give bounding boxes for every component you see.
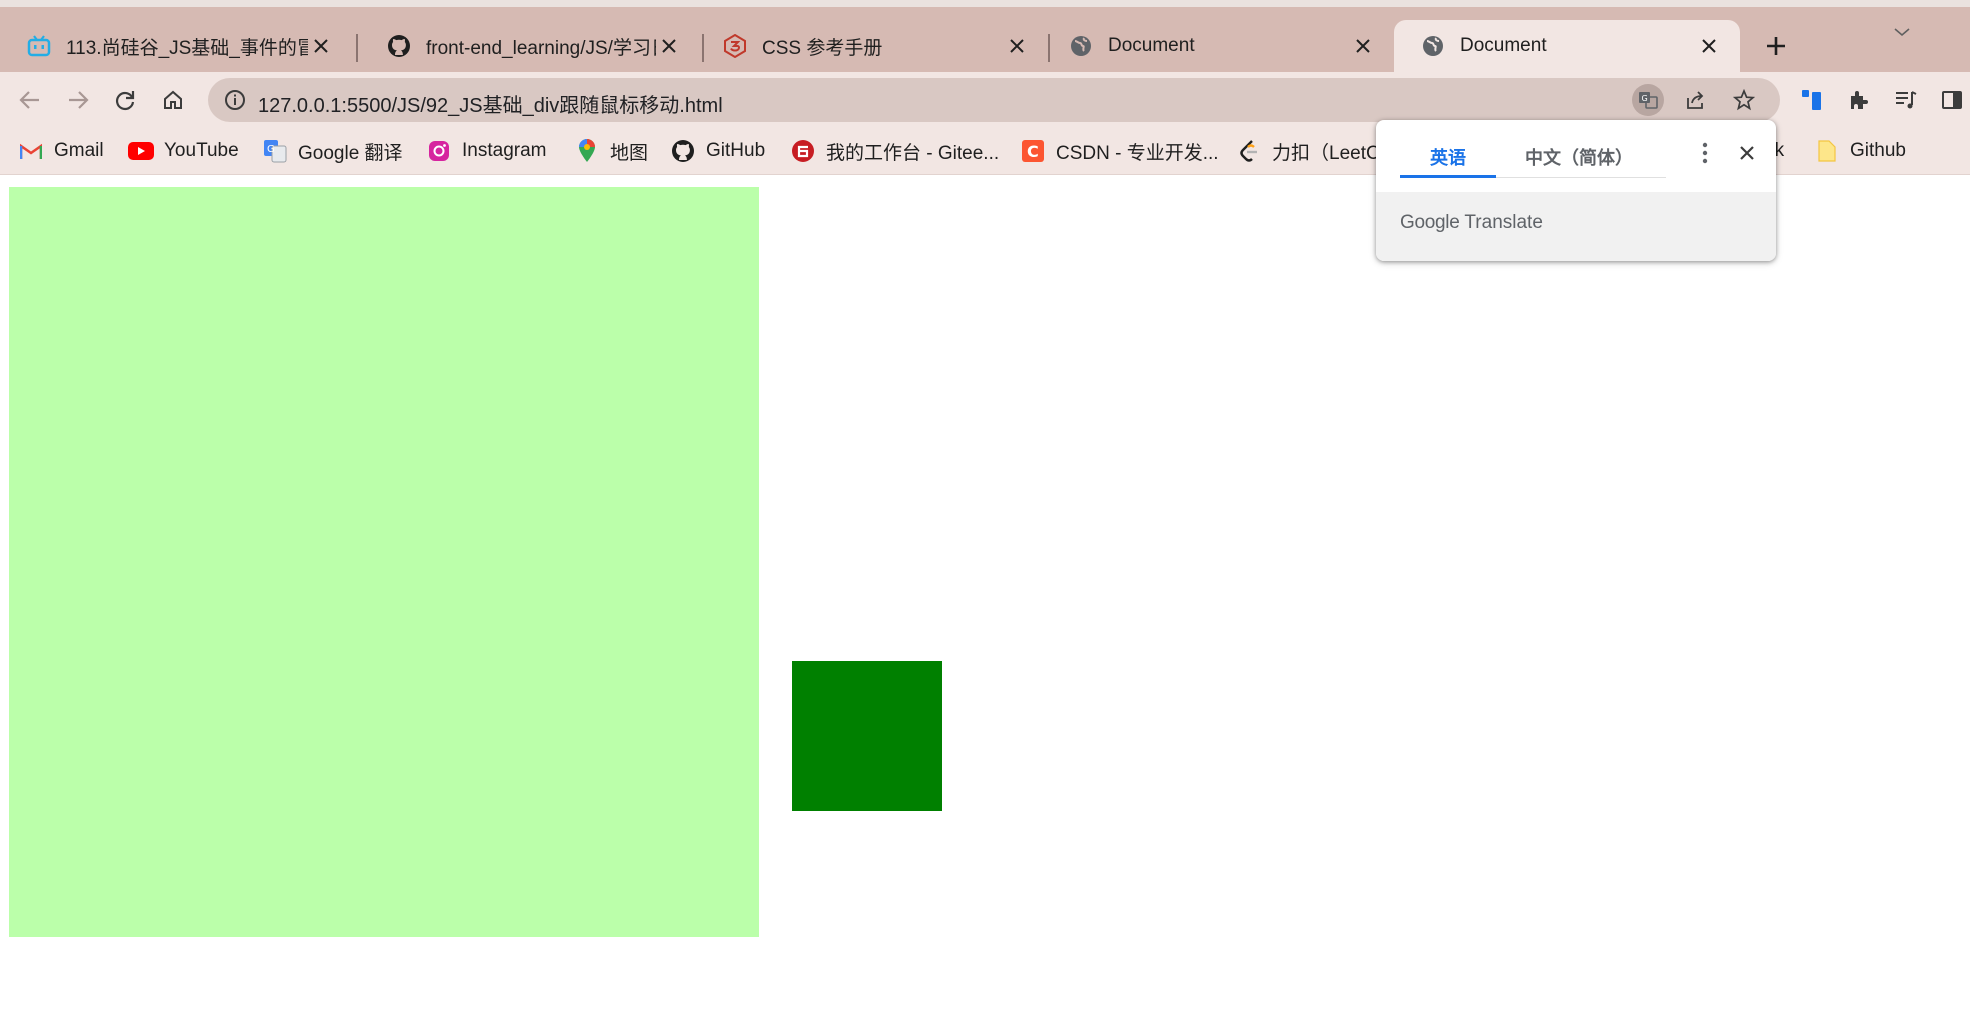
close-icon[interactable] bbox=[1004, 33, 1030, 59]
google-translate-icon: G bbox=[262, 138, 288, 164]
tab-title: Document bbox=[1460, 35, 1547, 56]
home-icon[interactable] bbox=[155, 82, 191, 118]
bookmark-label: Instagram bbox=[462, 140, 547, 161]
gmail-icon bbox=[18, 138, 44, 164]
address-bar[interactable]: 127.0.0.1:5500/JS/92_JS基础_div跟随鼠标移动.html… bbox=[208, 78, 1780, 122]
folder-icon bbox=[1814, 138, 1840, 164]
more-vert-icon[interactable] bbox=[1690, 138, 1720, 168]
close-icon[interactable] bbox=[308, 33, 334, 59]
tab-css-reference[interactable]: CSS 参考手册 bbox=[696, 20, 1048, 72]
svg-text:G: G bbox=[267, 144, 275, 155]
bookmark-label: Github bbox=[1850, 140, 1906, 161]
instagram-icon bbox=[426, 138, 452, 164]
forward-icon[interactable] bbox=[60, 82, 96, 118]
close-icon[interactable] bbox=[1732, 138, 1762, 168]
tab-title: CSS 参考手册 bbox=[762, 37, 883, 59]
google-translate-brand: Google Translate bbox=[1400, 212, 1543, 234]
extension-blue-icon[interactable] bbox=[1796, 84, 1828, 116]
bookmark-github[interactable]: GitHub bbox=[670, 137, 765, 165]
active-tab-underline bbox=[1400, 175, 1496, 178]
tab-title: front-end_learning/JS/学习日 bbox=[426, 37, 656, 59]
tab-title: 113.尚硅谷_JS基础_事件的冒泡 bbox=[66, 37, 308, 59]
tab-github[interactable]: front-end_learning/JS/学习日 bbox=[360, 20, 700, 72]
bookmark-leetcode[interactable]: 力扣（LeetC bbox=[1236, 137, 1380, 165]
bookmark-instagram[interactable]: Instagram bbox=[426, 137, 546, 165]
large-green-box bbox=[9, 187, 759, 937]
target-language-tab[interactable]: 中文（简体） bbox=[1525, 144, 1633, 170]
svg-text:G: G bbox=[1642, 94, 1648, 103]
url-text[interactable]: 127.0.0.1:5500/JS/92_JS基础_div跟随鼠标移动.html bbox=[258, 89, 723, 118]
globe-icon bbox=[1068, 33, 1094, 59]
bookmark-youtube[interactable]: YouTube bbox=[128, 137, 239, 165]
bookmark-folder-github[interactable]: Github bbox=[1814, 137, 1906, 165]
gitee-icon bbox=[790, 138, 816, 164]
bookmark-label: 我的工作台 - Gitee... bbox=[826, 142, 1000, 164]
reload-icon[interactable] bbox=[107, 82, 143, 118]
brand-translate: Translate bbox=[1464, 212, 1543, 233]
globe-icon bbox=[1420, 33, 1446, 59]
translate-icon[interactable]: G bbox=[1632, 84, 1664, 116]
bookmark-label: 力扣（LeetC bbox=[1272, 142, 1380, 164]
tab-document[interactable]: Document bbox=[1042, 20, 1394, 72]
csdn-icon: C bbox=[1020, 138, 1046, 164]
tab-search-chevron-icon[interactable] bbox=[1888, 18, 1916, 46]
window-top-edge bbox=[0, 0, 1970, 7]
bookmark-label: YouTube bbox=[164, 140, 239, 161]
bookmark-label: GitHub bbox=[706, 140, 766, 161]
media-controls-icon[interactable] bbox=[1890, 84, 1922, 116]
source-language-tab[interactable]: 英语 bbox=[1430, 144, 1466, 170]
close-icon[interactable] bbox=[1696, 33, 1722, 59]
bookmark-label: CSDN - 专业开发... bbox=[1056, 142, 1219, 164]
bookmark-label: 地图 bbox=[610, 142, 649, 164]
bookmark-gitee[interactable]: 我的工作台 - Gitee... bbox=[790, 137, 999, 165]
maps-icon bbox=[574, 138, 600, 164]
close-icon[interactable] bbox=[656, 33, 682, 59]
bookmark-csdn[interactable]: C CSDN - 专业开发... bbox=[1020, 137, 1219, 165]
tab-bilibili[interactable]: 113.尚硅谷_JS基础_事件的冒泡 bbox=[0, 20, 352, 72]
bookmark-maps[interactable]: 地图 bbox=[574, 137, 648, 165]
side-panel-icon[interactable] bbox=[1936, 84, 1968, 116]
share-icon[interactable] bbox=[1680, 84, 1712, 116]
close-icon[interactable] bbox=[1350, 33, 1376, 59]
bookmark-gmail[interactable]: Gmail bbox=[18, 137, 104, 165]
bookmark-star-icon[interactable] bbox=[1728, 84, 1760, 116]
bookmark-google-translate[interactable]: G Google 翻译 bbox=[262, 137, 403, 165]
github-icon bbox=[670, 138, 696, 164]
bookmark-label: Gmail bbox=[54, 140, 104, 161]
svg-text:C: C bbox=[1027, 142, 1039, 161]
extensions-puzzle-icon[interactable] bbox=[1843, 84, 1875, 116]
youtube-icon bbox=[128, 138, 154, 164]
runoob-icon bbox=[722, 33, 748, 59]
leetcode-icon bbox=[1236, 138, 1262, 164]
tab-document-active[interactable]: Document bbox=[1394, 20, 1740, 72]
tab-title: Document bbox=[1108, 35, 1195, 56]
tab-separator bbox=[356, 34, 358, 62]
github-icon bbox=[386, 33, 412, 59]
bilibili-icon bbox=[26, 33, 52, 59]
mouse-follow-box[interactable] bbox=[792, 661, 942, 811]
new-tab-button[interactable] bbox=[1760, 30, 1792, 62]
translate-popup: 英语 中文（简体） Google Translate bbox=[1376, 120, 1776, 261]
translate-popup-footer: Google Translate bbox=[1376, 192, 1776, 261]
tab-divider bbox=[1496, 177, 1666, 178]
back-icon[interactable] bbox=[12, 82, 48, 118]
bookmark-label: Google 翻译 bbox=[298, 142, 403, 164]
brand-google: Google bbox=[1400, 212, 1460, 233]
page-content bbox=[0, 175, 1970, 1018]
site-info-icon[interactable] bbox=[222, 87, 248, 113]
